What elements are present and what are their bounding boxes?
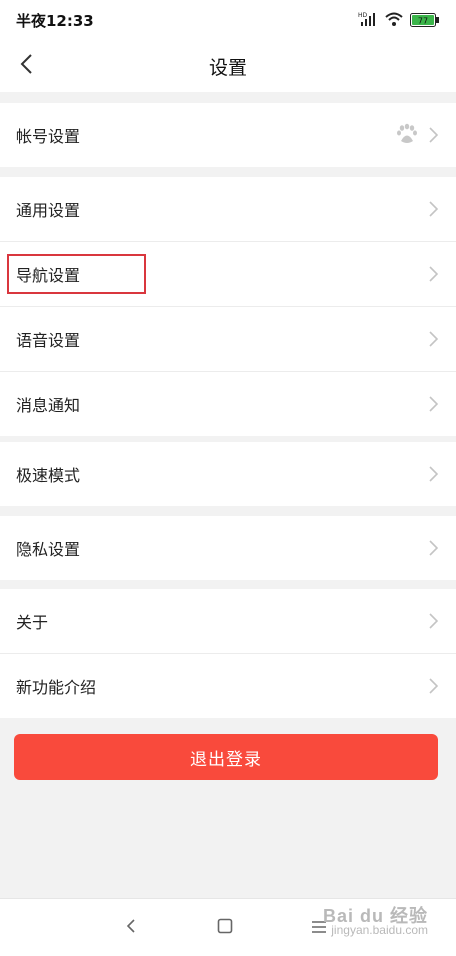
watermark-brand: Bai du 经验 bbox=[322, 906, 428, 926]
system-home-button[interactable] bbox=[212, 915, 238, 941]
status-bar: 半夜12:33 HD 77 bbox=[0, 0, 456, 40]
settings-item-account[interactable]: 帐号设置 bbox=[0, 103, 456, 167]
battery-icon: 77 bbox=[410, 12, 440, 31]
battery-level: 77 bbox=[418, 16, 428, 25]
settings-group-account: 帐号设置 bbox=[0, 103, 456, 167]
baidu-paw-icon bbox=[396, 123, 418, 149]
chevron-right-icon bbox=[429, 127, 439, 147]
settings-item-label: 帐号设置 bbox=[16, 127, 81, 146]
settings-item-new-features[interactable]: 新功能介绍 bbox=[0, 654, 456, 718]
settings-item-privacy[interactable]: 隐私设置 bbox=[0, 516, 456, 580]
settings-item-label: 语音设置 bbox=[16, 331, 81, 350]
chevron-right-icon bbox=[429, 331, 439, 351]
settings-item-label: 消息通知 bbox=[16, 396, 81, 415]
settings-item-general[interactable]: 通用设置 bbox=[0, 177, 456, 242]
chevron-right-icon bbox=[429, 466, 439, 486]
settings-item-about[interactable]: 关于 bbox=[0, 589, 456, 654]
watermark-url: jingyan.baidu.com bbox=[331, 923, 428, 937]
settings-group-speed: 极速模式 bbox=[0, 442, 456, 506]
chevron-right-icon bbox=[429, 201, 439, 221]
status-time: 半夜12:33 bbox=[16, 12, 94, 30]
system-nav-bar: Bai du 经验 jingyan.baidu.com bbox=[0, 898, 456, 956]
chevron-right-icon bbox=[429, 396, 439, 416]
system-back-button[interactable] bbox=[118, 915, 144, 941]
settings-group-privacy: 隐私设置 bbox=[0, 516, 456, 580]
settings-item-label: 关于 bbox=[16, 613, 49, 632]
wifi-icon bbox=[384, 11, 404, 31]
settings-item-label: 极速模式 bbox=[16, 466, 81, 485]
chevron-right-icon bbox=[429, 678, 439, 698]
signal-hd-label: HD bbox=[358, 12, 368, 19]
chevron-right-icon bbox=[429, 613, 439, 633]
settings-item-voice[interactable]: 语音设置 bbox=[0, 307, 456, 372]
settings-group-general: 通用设置 导航设置 语音设置 消息通知 bbox=[0, 177, 456, 436]
settings-item-speed-mode[interactable]: 极速模式 bbox=[0, 442, 456, 506]
chevron-right-icon bbox=[429, 540, 439, 560]
settings-item-label: 新功能介绍 bbox=[16, 678, 97, 697]
chevron-right-icon bbox=[429, 266, 439, 286]
watermark: Bai du 经验 jingyan.baidu.com bbox=[322, 906, 428, 937]
settings-item-label: 隐私设置 bbox=[16, 540, 81, 559]
nav-bar: 设置 bbox=[0, 40, 456, 92]
status-icons: HD 77 bbox=[358, 11, 440, 31]
settings-item-label: 导航设置 bbox=[16, 266, 81, 285]
signal-icon: HD bbox=[358, 11, 378, 31]
settings-item-notifications[interactable]: 消息通知 bbox=[0, 372, 456, 436]
page-title: 设置 bbox=[208, 57, 247, 79]
settings-group-about: 关于 新功能介绍 bbox=[0, 589, 456, 718]
square-icon bbox=[217, 918, 233, 938]
settings-item-navigation[interactable]: 导航设置 bbox=[0, 242, 456, 307]
logout-button[interactable]: 退出登录 bbox=[14, 734, 438, 780]
chevron-left-icon bbox=[126, 918, 136, 938]
settings-item-label: 通用设置 bbox=[16, 201, 81, 220]
